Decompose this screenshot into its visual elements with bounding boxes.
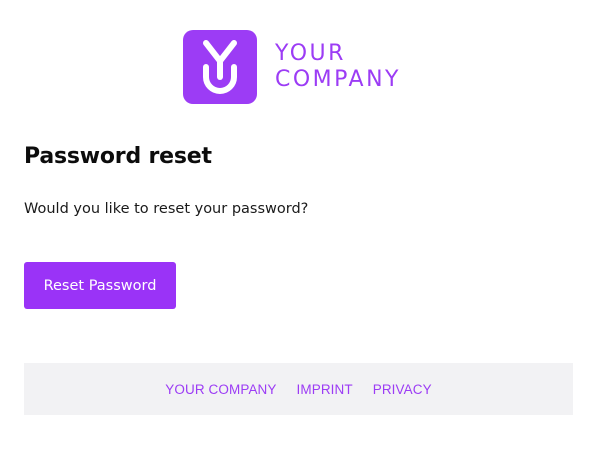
reset-message: Would you like to reset your password?: [24, 201, 309, 217]
company-logo: YOUR COMPANY: [183, 30, 401, 104]
page-title: Password reset: [24, 144, 212, 169]
reset-password-button[interactable]: Reset Password: [24, 262, 176, 309]
footer: YOUR COMPANY IMPRINT PRIVACY: [24, 363, 573, 415]
company-name-line2: COMPANY: [275, 67, 401, 92]
logo-mark: [183, 30, 257, 104]
email-page: YOUR COMPANY Password reset Would you li…: [0, 0, 600, 451]
company-name-line1: YOUR: [275, 41, 346, 66]
footer-link-company[interactable]: YOUR COMPANY: [165, 382, 276, 397]
footer-link-privacy[interactable]: PRIVACY: [373, 382, 432, 397]
company-name: YOUR COMPANY: [275, 41, 401, 93]
yu-monogram-icon: [203, 40, 237, 94]
footer-link-imprint[interactable]: IMPRINT: [297, 382, 353, 397]
